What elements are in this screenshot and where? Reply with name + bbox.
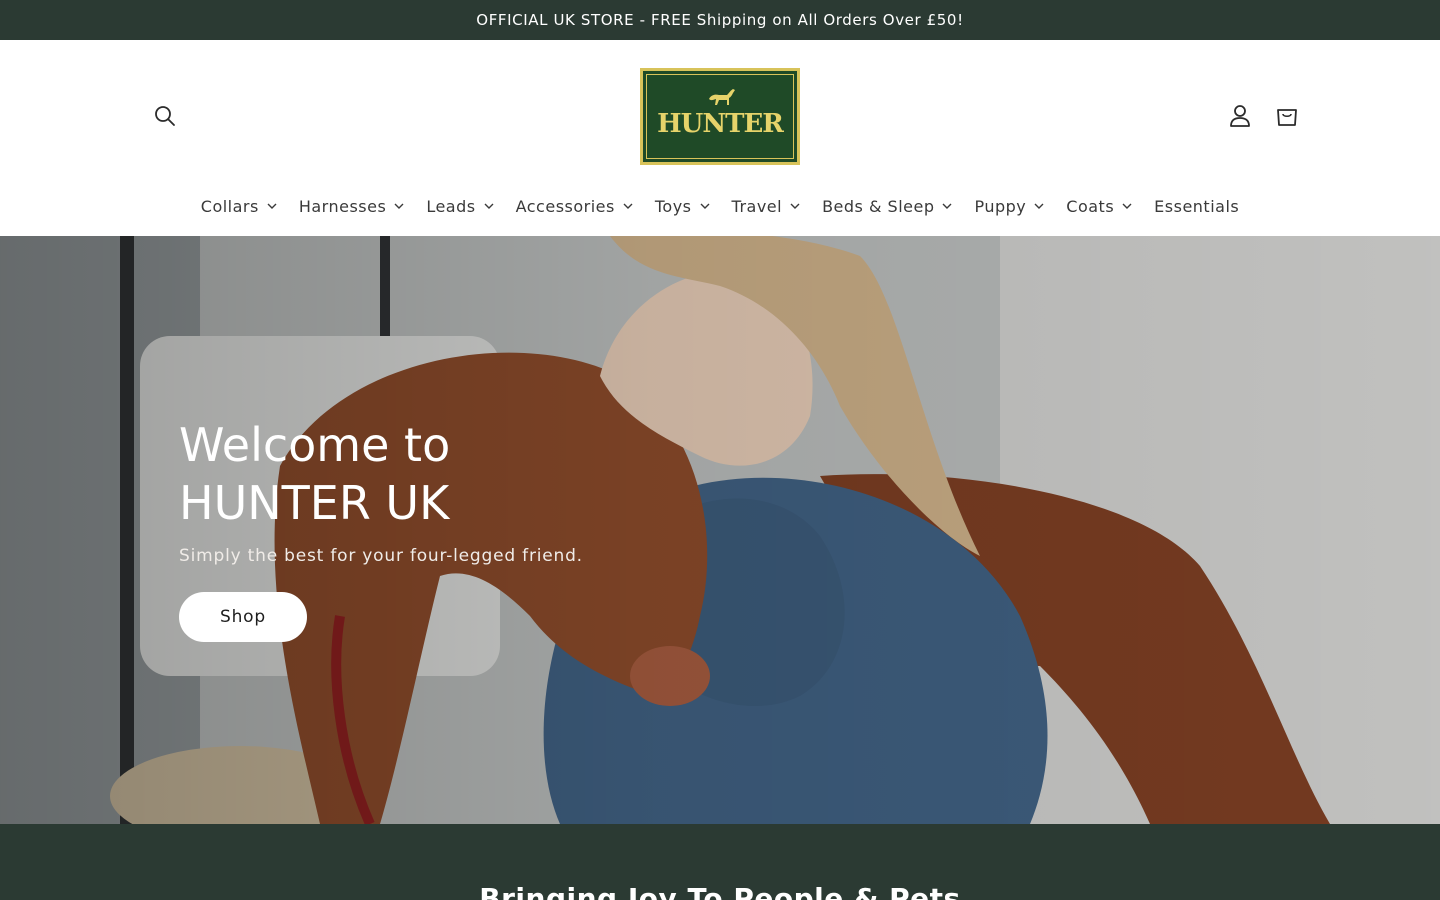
user-icon: [1230, 105, 1250, 127]
search-button[interactable]: [145, 96, 185, 136]
nav-item-label: Beds & Sleep: [822, 196, 935, 216]
shop-button[interactable]: Shop: [179, 592, 307, 642]
section-title: Bringing Joy To People & Pets: [479, 882, 961, 900]
nav-item-collars[interactable]: Collars: [190, 186, 288, 226]
nav-item-label: Travel: [731, 196, 783, 216]
hunter-logo[interactable]: HUNTER: [640, 68, 800, 165]
chevron-down-icon: [942, 203, 952, 209]
chevron-down-icon: [484, 203, 494, 209]
nav-item-label: Collars: [200, 196, 259, 216]
announcement-bar: OFFICIAL UK STORE - FREE Shipping on All…: [0, 0, 1440, 40]
hero-banner: Welcome to HUNTER UK Simply the best for…: [0, 236, 1440, 824]
main-navigation: Collars Harnesses Leads Accessories Toys…: [0, 180, 1440, 232]
brand-section: Bringing Joy To People & Pets: [0, 824, 1440, 900]
nav-item-label: Essentials: [1154, 196, 1240, 216]
chevron-down-icon: [1122, 203, 1132, 209]
nav-item-puppy[interactable]: Puppy: [963, 186, 1055, 226]
nav-item-label: Toys: [654, 196, 692, 216]
nav-item-coats[interactable]: Coats: [1055, 186, 1143, 226]
nav-item-beds-sleep[interactable]: Beds & Sleep: [811, 186, 963, 226]
nav-item-label: Puppy: [974, 196, 1027, 216]
nav-item-leads[interactable]: Leads: [415, 186, 504, 226]
chevron-down-icon: [267, 203, 277, 209]
nav-item-label: Harnesses: [298, 196, 387, 216]
account-button[interactable]: [1220, 96, 1260, 136]
nav-item-essentials[interactable]: Essentials: [1143, 186, 1250, 226]
nav-item-accessories[interactable]: Accessories: [505, 186, 644, 226]
chevron-down-icon: [790, 203, 800, 209]
nav-item-label: Leads: [426, 196, 476, 216]
announcement-text: OFFICIAL UK STORE - FREE Shipping on All…: [476, 11, 964, 29]
hero-title: Welcome to HUNTER UK: [179, 418, 451, 530]
nav-item-label: Coats: [1066, 196, 1115, 216]
chevron-down-icon: [700, 203, 710, 209]
nav-item-toys[interactable]: Toys: [644, 186, 721, 226]
nav-item-label: Accessories: [515, 196, 615, 216]
cart-icon: [1277, 109, 1297, 126]
greyhound-logo-icon: [709, 89, 735, 105]
nav-item-travel[interactable]: Travel: [721, 186, 812, 226]
hero-subtitle: Simply the best for your four-legged fri…: [179, 546, 583, 566]
site-header: HUNTER Collars Harnesses Leads Accessori…: [0, 40, 1440, 236]
nav-item-harnesses[interactable]: Harnesses: [288, 186, 415, 226]
chevron-down-icon: [1034, 203, 1044, 209]
cart-button[interactable]: [1267, 96, 1307, 136]
logo-text: HUNTER: [657, 109, 784, 139]
chevron-down-icon: [394, 203, 404, 209]
chevron-down-icon: [623, 203, 633, 209]
search-icon: [155, 106, 175, 126]
